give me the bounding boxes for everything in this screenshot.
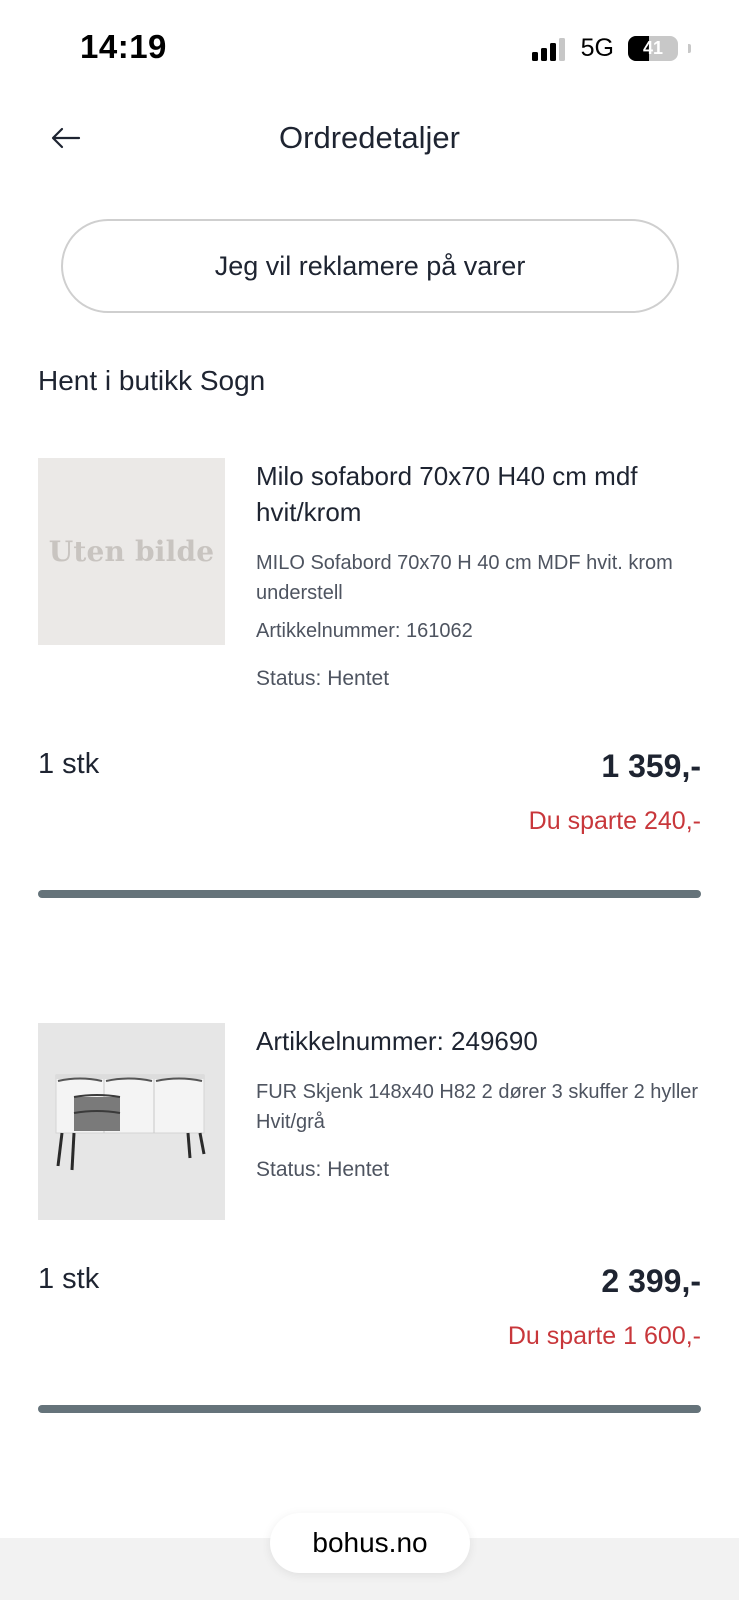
- order-item: Uten bilde Milo sofabord 70x70 H40 cm md…: [38, 458, 701, 898]
- product-description: FUR Skjenk 148x40 H82 2 dører 3 skuffer …: [256, 1081, 699, 1133]
- product-info: Milo sofabord 70x70 H40 cm mdf hvit/krom…: [256, 458, 706, 694]
- sideboard-image: [55, 1074, 206, 1171]
- product-article-number: Artikkelnummer: 161062: [256, 620, 473, 642]
- product-saving: Du sparte 240,-: [528, 807, 701, 835]
- pickup-store-title: Hent i butikk Sogn: [38, 365, 266, 396]
- product-name[interactable]: Milo sofabord 70x70 H40 cm mdf hvit/krom: [256, 458, 706, 530]
- item-divider: [38, 890, 701, 898]
- battery-tip: [688, 44, 691, 53]
- status-bar: 14:19 5G 41: [0, 0, 739, 100]
- product-quantity: 1 stk: [38, 1263, 100, 1295]
- product-status: Status: Hentet: [256, 1158, 390, 1181]
- cellular-signal-icon: [531, 37, 565, 61]
- no-image-label: Uten bilde: [48, 535, 215, 568]
- product-saving: Du sparte 1 600,-: [507, 1322, 701, 1350]
- product-image: [38, 1023, 225, 1220]
- status-time: 14:19: [80, 28, 167, 65]
- product-price: 1 359,-: [601, 748, 701, 784]
- status-indicators: 5G 41: [531, 34, 691, 63]
- network-type: 5G: [580, 34, 614, 62]
- product-info: Artikkelnummer: 249690 FUR Skjenk 148x40…: [256, 1023, 706, 1185]
- product-image-placeholder: Uten bilde: [38, 458, 225, 645]
- product-price: 2 399,-: [601, 1263, 701, 1299]
- product-name[interactable]: Artikkelnummer: 249690: [256, 1023, 706, 1059]
- battery-icon: 41: [628, 36, 678, 61]
- complaint-button[interactable]: Jeg vil reklamere på varer: [61, 219, 679, 313]
- page-header: Ordredetaljer: [0, 110, 739, 172]
- product-quantity: 1 stk: [38, 748, 100, 780]
- product-description: MILO Sofabord 70x70 H 40 cm MDF hvit. kr…: [256, 552, 673, 604]
- item-divider: [38, 1405, 701, 1413]
- url-bar[interactable]: bohus.no: [270, 1513, 470, 1573]
- battery-level: 41: [642, 38, 664, 58]
- page-title: Ordredetaljer: [279, 120, 460, 155]
- order-item: Artikkelnummer: 249690 FUR Skjenk 148x40…: [38, 1023, 701, 1423]
- product-status: Status: Hentet: [256, 667, 390, 690]
